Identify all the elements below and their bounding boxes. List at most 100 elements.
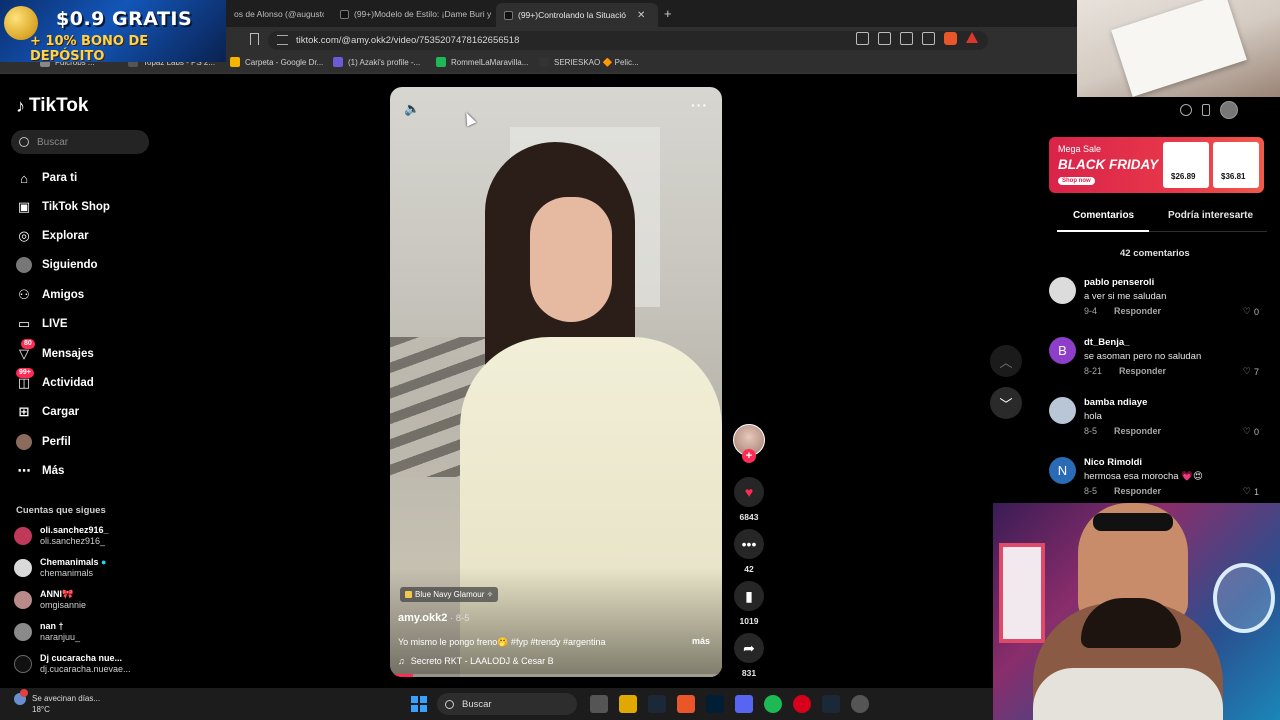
followed-account[interactable]: ANNI🎀 omgisannie <box>14 589 86 611</box>
followed-account[interactable]: oli.sanchez916_ oli.sanchez916_ <box>14 525 109 547</box>
followed-account[interactable]: nan † naranjuu_ <box>14 621 80 643</box>
more-options-icon[interactable]: ··· <box>691 97 708 113</box>
music-note-icon: ♫ <box>398 656 405 666</box>
new-tab-button[interactable]: + <box>664 6 672 21</box>
reply-button[interactable]: Responder <box>1114 486 1161 496</box>
comment-like-button[interactable]: ♡ 7 <box>1243 366 1259 377</box>
notification-badge <box>20 689 28 697</box>
discord-icon[interactable] <box>735 695 753 713</box>
comment-username[interactable]: bamba ndiaye <box>1084 397 1147 408</box>
browser-tab-active[interactable]: (99+)Controlando la Situació ✕ <box>496 3 658 27</box>
bookmark-save-icon[interactable]: ▮ <box>734 581 764 611</box>
ad-shop-button[interactable]: Shop now <box>1058 177 1095 185</box>
following-icon <box>16 257 32 273</box>
sidebar-item-mas[interactable]: ⋯ Más <box>16 463 65 479</box>
tab-comentarios[interactable]: Comentarios <box>1073 210 1134 221</box>
close-tab-icon[interactable]: ✕ <box>637 10 645 21</box>
video-author[interactable]: amy.okk2 · 8-5 <box>398 612 470 624</box>
black-friday-ad[interactable]: Mega Sale BLACK FRIDAY Shop now $26.89 $… <box>1049 137 1264 193</box>
sidebar-item-cargar[interactable]: ⊞ Cargar <box>16 404 80 420</box>
steam-icon[interactable] <box>648 695 666 713</box>
tiktok-favicon-icon <box>504 10 513 20</box>
reply-button[interactable]: Responder <box>1114 426 1161 436</box>
bookmark-item[interactable]: (1) Azaki's profile -... <box>333 57 420 67</box>
share-arrow-icon[interactable]: ➦ <box>734 633 764 663</box>
followed-account[interactable]: Chemanimals ● chemanimals <box>14 557 106 579</box>
cast-icon[interactable] <box>878 32 891 45</box>
tiktok-logo[interactable]: ♪ TikTok <box>16 95 88 117</box>
mobile-icon[interactable] <box>1202 104 1210 116</box>
tab-podria-interesarte[interactable]: Podría interesarte <box>1168 210 1253 221</box>
avatar <box>14 623 32 641</box>
caption-more-button[interactable]: más <box>692 636 710 646</box>
app-icon[interactable] <box>851 695 869 713</box>
tiktok-search-input[interactable]: Buscar <box>11 130 149 154</box>
bookmark-icon[interactable] <box>250 33 259 45</box>
bookmark-item[interactable]: SERIESKAO 🔶 Pelic... <box>539 57 639 67</box>
windows-start-icon[interactable] <box>411 696 427 712</box>
avatar[interactable]: N <box>1049 457 1076 484</box>
avatar[interactable]: B <box>1049 337 1076 364</box>
brave-shields-icon[interactable] <box>944 32 957 45</box>
video-caption[interactable]: Yo mismo le pongo freno🤭 #fyp #trendy #a… <box>398 637 606 648</box>
sidebar-item-amigos[interactable]: ⚇ Amigos <box>16 287 84 303</box>
share-action[interactable]: ➦ 831 <box>733 633 765 678</box>
save-action[interactable]: ▮ 1019 <box>733 581 765 626</box>
video-progress-bar[interactable] <box>390 674 722 677</box>
avatar[interactable] <box>1049 397 1076 424</box>
effect-badge[interactable]: Blue Navy Glamour ✧ <box>400 587 499 602</box>
comment-username[interactable]: Nico Rimoldi <box>1084 457 1142 468</box>
video-scene <box>530 197 612 322</box>
comment-like-button[interactable]: ♡ 0 <box>1243 426 1259 437</box>
comment-username[interactable]: pablo penseroli <box>1084 277 1154 288</box>
previous-video-button[interactable]: ︿ <box>990 345 1022 377</box>
sidebar-item-mensajes[interactable]: ▽ 80 Mensajes <box>16 339 94 362</box>
url-text: tiktok.com/@amy.okk2/video/7535207478162… <box>296 35 520 46</box>
comment-action[interactable]: ••• 42 <box>733 529 765 574</box>
followed-account[interactable]: Dj cucaracha nue... dj.cucaracha.nuevae..… <box>14 653 131 675</box>
brave-icon[interactable] <box>677 695 695 713</box>
site-settings-icon[interactable] <box>277 35 288 45</box>
comment-username[interactable]: dt_Benja_ <box>1084 337 1129 348</box>
weather-temp: 18°C <box>32 705 50 714</box>
video-player[interactable]: 🔈 ··· Blue Navy Glamour ✧ amy.okk2 · 8-5… <box>390 87 722 677</box>
spotify-icon[interactable] <box>764 695 782 713</box>
volume-icon[interactable]: 🔈 <box>404 101 420 117</box>
follow-plus-icon[interactable]: + <box>742 449 756 463</box>
file-explorer-icon[interactable] <box>619 695 637 713</box>
opera-icon[interactable] <box>793 695 811 713</box>
like-action[interactable]: ♥ 6843 <box>733 477 765 522</box>
photoshop-icon[interactable] <box>706 695 724 713</box>
brave-rewards-icon[interactable] <box>966 32 978 43</box>
sidebar-item-para-ti[interactable]: ⌂ Para ti <box>16 170 77 186</box>
steam-icon[interactable] <box>822 695 840 713</box>
browser-tab[interactable]: os de Alonso (@augusto.g <box>226 4 324 24</box>
comment-like-button[interactable]: ♡ 1 <box>1243 486 1259 497</box>
taskbar-search[interactable]: Buscar <box>437 693 577 715</box>
video-music[interactable]: ♫ Secreto RKT - LAALODJ & Cesar B <box>398 656 554 666</box>
bookmark-item[interactable]: RommelLaMaravilla... <box>436 57 528 67</box>
avatar[interactable] <box>1049 277 1076 304</box>
reply-button[interactable]: Responder <box>1119 366 1166 376</box>
heart-icon[interactable]: ♥ <box>734 477 764 507</box>
comment-like-button[interactable]: ♡ 0 <box>1243 306 1259 317</box>
sidebar-item-siguiendo[interactable]: Siguiendo <box>16 257 98 273</box>
sidebar-item-perfil[interactable]: Perfil <box>16 434 71 450</box>
sidebar-item-explorar[interactable]: ◎ Explorar <box>16 228 88 244</box>
tracking-off-icon[interactable] <box>856 32 869 45</box>
user-avatar[interactable] <box>1220 101 1238 119</box>
share-icon[interactable] <box>922 32 935 45</box>
weather-widget[interactable]: Se avecinan días... 18°C <box>14 689 100 715</box>
sidebar-item-live[interactable]: ▭ LIVE <box>16 316 68 332</box>
translate-icon[interactable] <box>900 32 913 45</box>
explore-icon[interactable] <box>1180 104 1192 116</box>
sidebar-item-tiktok-shop[interactable]: ▣ TikTok Shop <box>16 199 110 215</box>
next-video-button[interactable]: ﹀ <box>990 387 1022 419</box>
browser-tab[interactable]: (99+)Modelo de Estilo: ¡Dame Buri y <box>332 4 494 24</box>
webcam-scene <box>1033 668 1223 720</box>
task-view-icon[interactable] <box>590 695 608 713</box>
reply-button[interactable]: Responder <box>1114 306 1161 316</box>
bookmark-item[interactable]: Carpeta - Google Dr... <box>230 57 323 67</box>
sidebar-item-actividad[interactable]: ◫ 99+ Actividad <box>16 368 94 391</box>
comment-icon[interactable]: ••• <box>734 529 764 559</box>
